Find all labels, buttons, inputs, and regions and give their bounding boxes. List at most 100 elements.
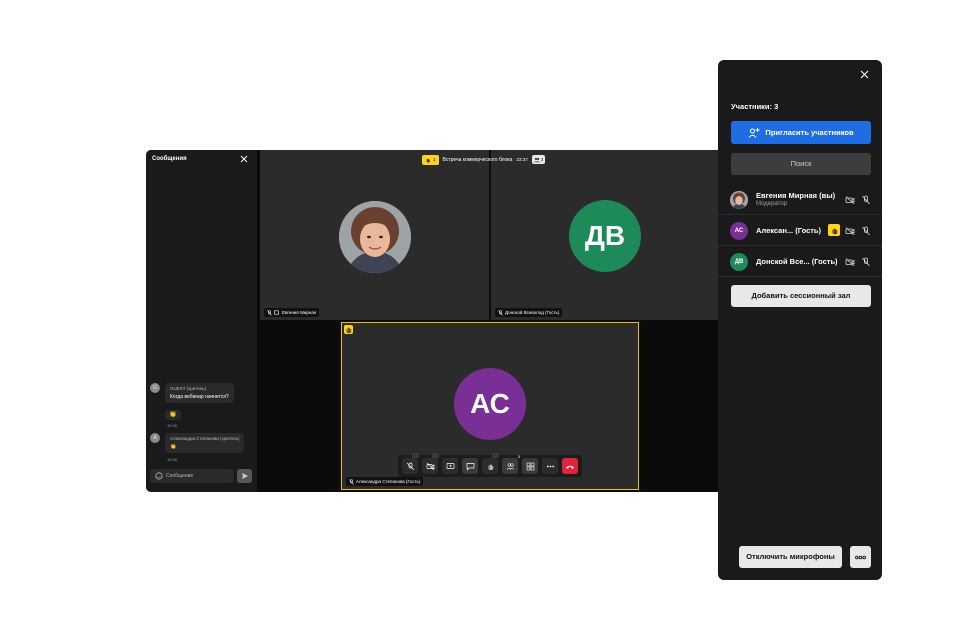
participants-count-label: Участники: 3 xyxy=(731,102,779,111)
message-bubble: Александра Степанова (зритель) 👏 xyxy=(165,433,245,453)
chat-icon xyxy=(466,462,474,471)
tile-name: Александра Степанова (Гость) xyxy=(356,479,421,484)
message-author: GUEST (зритель) xyxy=(170,386,207,391)
camera-off-icon[interactable] xyxy=(845,195,855,205)
raise-hand-icon xyxy=(426,158,430,162)
tile-name: Донской Всеволод (Гость) xyxy=(505,310,560,315)
add-user-icon xyxy=(749,128,760,138)
meeting-info-bar: 1 Встреча коммерческого блока 23:37 3 xyxy=(422,154,546,165)
invite-participants-label: Пригласить участников xyxy=(765,128,854,137)
meeting-timer: 23:37 xyxy=(516,157,528,162)
raise-hand-icon xyxy=(346,327,352,334)
message-placeholder: Сообщение xyxy=(166,473,194,479)
close-icon[interactable] xyxy=(860,70,869,79)
participants-badge: 3 xyxy=(517,454,520,459)
call-controls: 3 xyxy=(398,453,582,477)
message-author: Александра Степанова (зритель) xyxy=(170,436,240,441)
raised-hand-badge[interactable] xyxy=(828,224,840,236)
tile-name: Евгения Мирная xyxy=(282,310,317,315)
portrait-image xyxy=(339,201,411,273)
camera-off-icon[interactable] xyxy=(845,257,855,267)
avatar: ДВ xyxy=(730,253,748,271)
emoji-icon[interactable] xyxy=(155,472,163,480)
screen-share-button[interactable] xyxy=(442,458,458,474)
search-input[interactable]: Поиск xyxy=(731,153,871,175)
mic-off-icon xyxy=(498,309,503,316)
video-tile-donskoy[interactable]: ДВ Донской Всеволод (Гость) xyxy=(491,150,724,320)
invite-participants-button[interactable]: Пригласить участников xyxy=(731,121,871,144)
message-bubble: GUEST (зритель) Когда вебинар начнется? xyxy=(165,383,234,403)
add-breakout-room-button[interactable]: Добавить сессионный зал xyxy=(731,285,871,307)
chat-button[interactable] xyxy=(462,458,478,474)
meeting-title: Встреча коммерческого блока xyxy=(442,156,513,163)
participant-row[interactable]: ДВ Донской Все... (Гость) xyxy=(718,246,882,277)
camera-toggle-button[interactable] xyxy=(422,453,439,474)
mic-off-icon[interactable] xyxy=(861,226,871,236)
avatar xyxy=(730,191,748,209)
raise-hand-icon xyxy=(832,228,837,234)
camera-off-icon[interactable] xyxy=(845,226,855,236)
avatar: АС xyxy=(730,222,748,240)
send-icon xyxy=(241,473,248,479)
camera-off-icon xyxy=(274,310,279,315)
message-reaction[interactable]: 👏 xyxy=(165,410,181,420)
video-tile-evgenia[interactable]: Евгения Мирная xyxy=(260,150,489,320)
chevron-up-icon[interactable] xyxy=(492,453,499,458)
raised-hands-count: 1 xyxy=(433,157,436,162)
mic-toggle-button[interactable] xyxy=(402,453,419,474)
chat-panel: Сообщения G GUEST (зритель) Когда вебина… xyxy=(146,150,258,492)
more-options-button[interactable] xyxy=(542,458,558,474)
participant-role: Модератор xyxy=(756,201,788,207)
mic-off-icon xyxy=(349,478,354,485)
participant-row[interactable]: АС Алексан... (Гость) xyxy=(718,215,882,246)
message-avatar: G xyxy=(150,383,160,393)
participant-name: Евгения Мирная (вы) xyxy=(756,191,836,200)
mute-all-button[interactable]: Отключить микрофоны xyxy=(739,546,842,568)
conference-window: Сообщения G GUEST (зритель) Когда вебина… xyxy=(146,150,724,492)
message-reaction[interactable]: 👏 xyxy=(170,444,239,450)
layout-grid-button[interactable] xyxy=(522,458,538,474)
participants-panel: Участники: 3 Пригласить участников Поиск… xyxy=(718,60,882,580)
more-icon xyxy=(546,465,554,467)
mic-off-icon[interactable] xyxy=(861,195,871,205)
hang-up-button[interactable] xyxy=(562,458,578,474)
chevron-up-icon[interactable] xyxy=(412,453,419,458)
mic-off-icon xyxy=(406,462,414,470)
participants-icon xyxy=(506,462,514,470)
chevron-up-icon[interactable] xyxy=(432,453,439,458)
more-icon xyxy=(855,555,866,559)
message-time: 15:26 xyxy=(167,457,178,462)
chat-close-icon[interactable] xyxy=(240,155,248,163)
screen-share-icon xyxy=(446,462,454,469)
camera-off-icon xyxy=(426,462,434,470)
tile-name-tag: Александра Степанова (Гость) xyxy=(346,477,424,486)
participant-name: Донской Все... (Гость) xyxy=(756,257,838,266)
participants-counter[interactable]: 3 xyxy=(531,155,546,164)
hang-up-icon xyxy=(566,465,574,469)
grid-icon xyxy=(526,462,534,470)
participants-button[interactable]: 3 xyxy=(502,454,520,474)
mic-off-icon[interactable] xyxy=(861,257,871,267)
participants-icon xyxy=(533,157,540,163)
participant-name: Алексан... (Гость) xyxy=(756,226,822,235)
mic-off-icon xyxy=(267,309,272,316)
message-time: 15:26 xyxy=(167,423,178,428)
message-avatar: А xyxy=(150,433,160,443)
raise-hand-button[interactable] xyxy=(482,453,499,474)
raised-hand-badge xyxy=(344,325,353,334)
participant-avatar: ДВ xyxy=(569,200,641,272)
send-button[interactable] xyxy=(237,469,252,483)
raised-hands-counter[interactable]: 1 xyxy=(422,154,439,165)
portrait-image xyxy=(730,191,748,209)
participant-row[interactable]: Евгения Мирная (вы) Модератор xyxy=(718,184,882,215)
tile-name-tag: Донской Всеволод (Гость) xyxy=(495,308,563,317)
participant-photo xyxy=(339,201,411,273)
panel-more-button[interactable] xyxy=(850,546,871,568)
tile-name-tag: Евгения Мирная xyxy=(264,308,320,317)
raise-hand-icon xyxy=(488,464,493,470)
message-input[interactable]: Сообщение xyxy=(150,469,234,483)
participant-avatar: АС xyxy=(454,368,526,440)
chat-title: Сообщения xyxy=(152,156,187,162)
message-text: Когда вебинар начнется? xyxy=(170,394,229,400)
participants-count: 3 xyxy=(540,157,544,162)
